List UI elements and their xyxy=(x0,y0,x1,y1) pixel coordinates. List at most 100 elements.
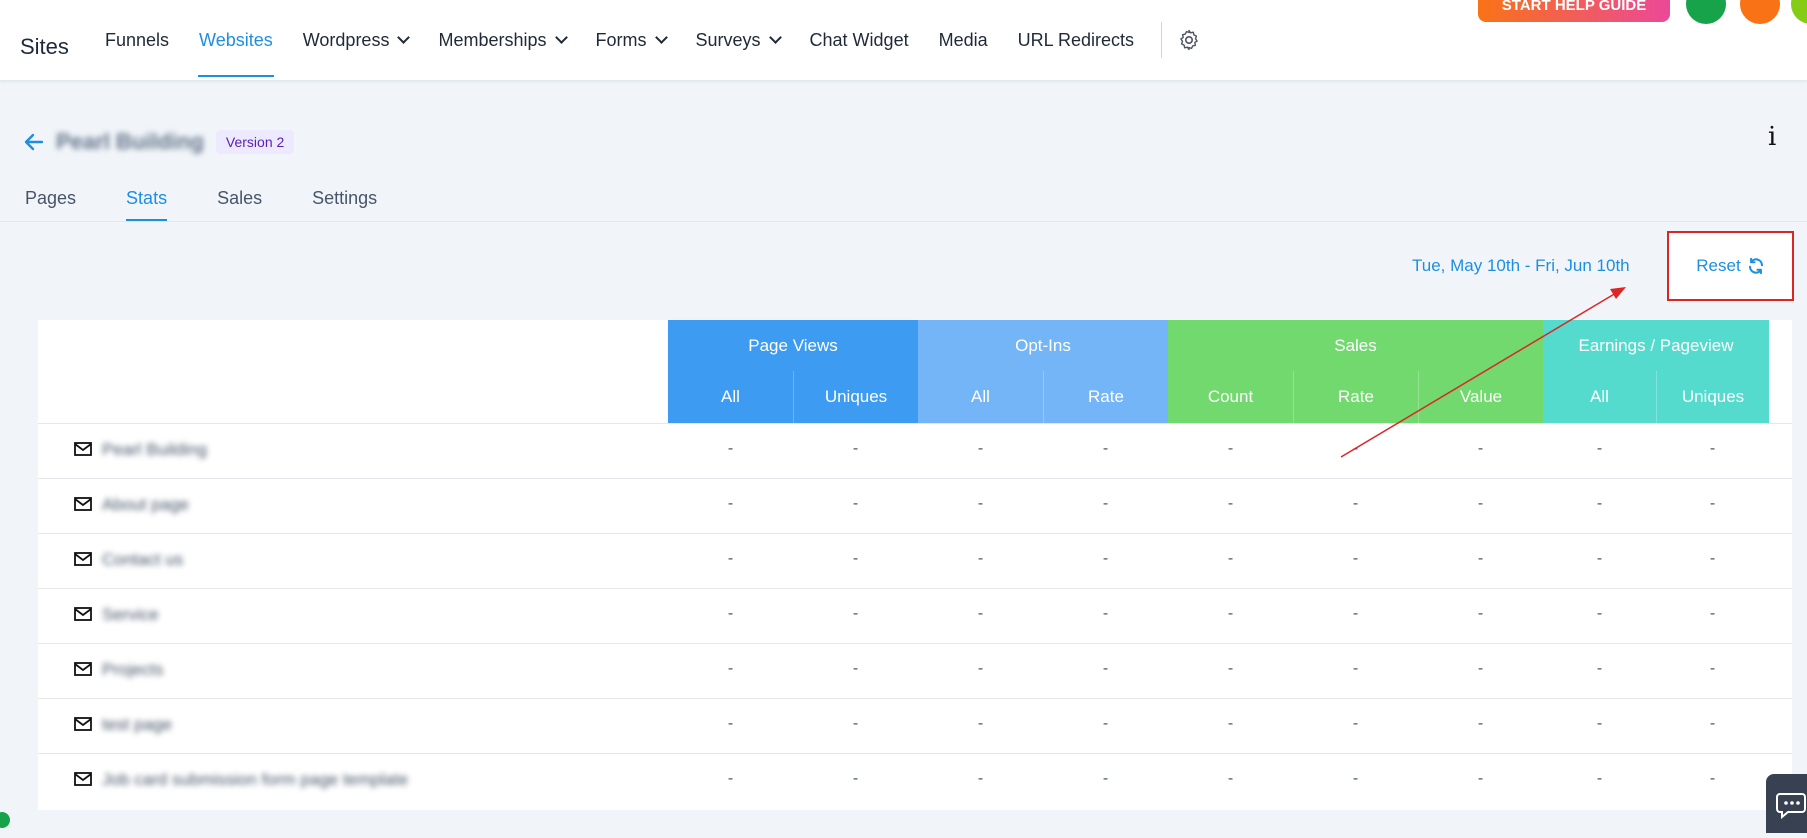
top-navigation-bar: Sites Funnels Websites Wordpress Membership… xyxy=(0,0,1807,81)
column-header-uniques[interactable]: Uniques xyxy=(793,371,918,423)
nav-item-funnels[interactable]: Funnels xyxy=(90,0,184,80)
nav-item-wordpress[interactable]: Wordpress xyxy=(288,0,424,80)
nav-item-surveys[interactable]: Surveys xyxy=(681,0,795,80)
chevron-down-icon xyxy=(397,31,411,44)
page-name[interactable]: Pearl Building xyxy=(102,440,207,460)
site-header: Pearl Building Version 2 xyxy=(22,124,295,160)
stat-cell: - xyxy=(977,550,984,567)
stat-cell: - xyxy=(1596,495,1603,512)
column-header-all[interactable]: All xyxy=(918,371,1043,423)
stat-cell: - xyxy=(852,715,859,732)
stat-cell: - xyxy=(1227,770,1234,787)
group-header-opt-ins: Opt-Ins xyxy=(918,320,1168,371)
reset-label: Reset xyxy=(1696,256,1741,275)
stat-cell: - xyxy=(1709,605,1716,622)
table-row: Job card submission form page template - -… xyxy=(38,753,1792,809)
stat-cell: - xyxy=(1709,550,1716,567)
start-help-guide-button[interactable]: START HELP GUIDE xyxy=(1478,0,1670,22)
stat-cell: - xyxy=(1709,495,1716,512)
status-indicator xyxy=(0,812,10,828)
stat-cell: - xyxy=(977,440,984,457)
stat-cell: - xyxy=(1102,770,1109,787)
nav-item-chat-widget[interactable]: Chat Widget xyxy=(795,0,924,80)
stat-cell: - xyxy=(727,495,734,512)
stat-cell: - xyxy=(1596,440,1603,457)
stat-cell: - xyxy=(977,660,984,677)
stat-cell: - xyxy=(1709,715,1716,732)
info-icon[interactable]: i xyxy=(1768,122,1776,152)
group-header-earnings-pageview: Earnings / Pageview xyxy=(1543,320,1769,371)
table-row: Contact us - - - - - - - - - xyxy=(38,533,1792,589)
tab-sales[interactable]: Sales xyxy=(217,188,262,221)
stat-cell: - xyxy=(852,770,859,787)
version-badge: Version 2 xyxy=(215,130,295,154)
tab-settings[interactable]: Settings xyxy=(312,188,377,221)
column-header-rate[interactable]: Rate xyxy=(1293,371,1418,423)
column-header-rate[interactable]: Rate xyxy=(1043,371,1168,423)
page-name[interactable]: Job card submission form page template xyxy=(102,770,408,790)
chevron-down-icon xyxy=(554,31,568,44)
chevron-down-icon xyxy=(654,31,668,44)
stat-cell: - xyxy=(1477,440,1484,457)
nav-item-media[interactable]: Media xyxy=(924,0,1003,80)
stat-cell: - xyxy=(1227,715,1234,732)
stat-cell: - xyxy=(1596,550,1603,567)
tab-pages[interactable]: Pages xyxy=(25,188,76,221)
reset-button[interactable]: Reset xyxy=(1667,231,1794,301)
column-header-uniques[interactable]: Uniques xyxy=(1656,371,1769,423)
nav-item-websites[interactable]: Websites xyxy=(184,0,288,80)
stat-cell: - xyxy=(1596,605,1603,622)
stat-cell: - xyxy=(1102,440,1109,457)
nav-divider xyxy=(1160,22,1162,58)
refresh-icon xyxy=(1748,257,1763,275)
table-row: Projects - - - - - - - - - xyxy=(38,643,1792,699)
stat-cell: - xyxy=(852,495,859,512)
stat-cell: - xyxy=(1227,440,1234,457)
page-name[interactable]: Service xyxy=(102,605,159,625)
nav-item-url-redirects[interactable]: URL Redirects xyxy=(1003,0,1149,80)
envelope-icon xyxy=(74,497,92,511)
chat-widget-button[interactable] xyxy=(1766,774,1807,833)
page-name[interactable]: test page xyxy=(102,715,172,735)
nav-item-label: Chat Widget xyxy=(809,29,909,50)
stat-cell: - xyxy=(1477,605,1484,622)
table-row: Pearl Building - - - - - - - - - xyxy=(38,423,1792,479)
list-icon[interactable] xyxy=(1740,0,1780,24)
nav-item-label: Media xyxy=(938,29,988,50)
tab-stats[interactable]: Stats xyxy=(126,188,168,221)
stat-cell: - xyxy=(852,550,859,567)
gear-icon[interactable] xyxy=(1174,25,1204,55)
nav-item-memberships[interactable]: Memberships xyxy=(423,0,580,80)
stat-cell: - xyxy=(1477,770,1484,787)
stat-cell: - xyxy=(852,605,859,622)
avatar[interactable] xyxy=(1791,0,1807,24)
back-arrow-icon[interactable] xyxy=(22,130,46,154)
stat-cell: - xyxy=(1596,715,1603,732)
stat-cell: - xyxy=(977,715,984,732)
table-row: About page - - - - - - - - - xyxy=(38,478,1792,534)
stat-cell: - xyxy=(852,440,859,457)
group-header-sales: Sales xyxy=(1168,320,1543,371)
nav-item-forms[interactable]: Forms xyxy=(581,0,681,80)
column-header-all[interactable]: All xyxy=(668,371,793,423)
stat-cell: - xyxy=(1352,550,1359,567)
stat-cell: - xyxy=(977,770,984,787)
page-name[interactable]: Projects xyxy=(102,660,163,680)
column-header-all[interactable]: All xyxy=(1543,371,1656,423)
column-header-count[interactable]: Count xyxy=(1168,371,1293,423)
page-name[interactable]: About page xyxy=(102,495,189,515)
nav-item-label: URL Redirects xyxy=(1017,29,1134,50)
stat-cell: - xyxy=(727,605,734,622)
stat-cell: - xyxy=(1477,715,1484,732)
stat-cell: - xyxy=(1227,605,1234,622)
date-range-picker[interactable]: Tue, May 10th - Fri, Jun 10th xyxy=(1412,256,1630,276)
envelope-icon xyxy=(74,772,92,786)
page-name[interactable]: Contact us xyxy=(102,550,183,570)
nav-item-label: Wordpress xyxy=(302,29,390,50)
phone-icon[interactable] xyxy=(1686,0,1726,24)
column-header-value[interactable]: Value xyxy=(1418,371,1543,423)
main-nav: Funnels Websites Wordpress Memberships Forms… xyxy=(90,0,1204,80)
table-header-blank xyxy=(38,320,668,423)
chevron-down-icon xyxy=(768,31,782,44)
nav-item-label: Funnels xyxy=(105,29,170,50)
